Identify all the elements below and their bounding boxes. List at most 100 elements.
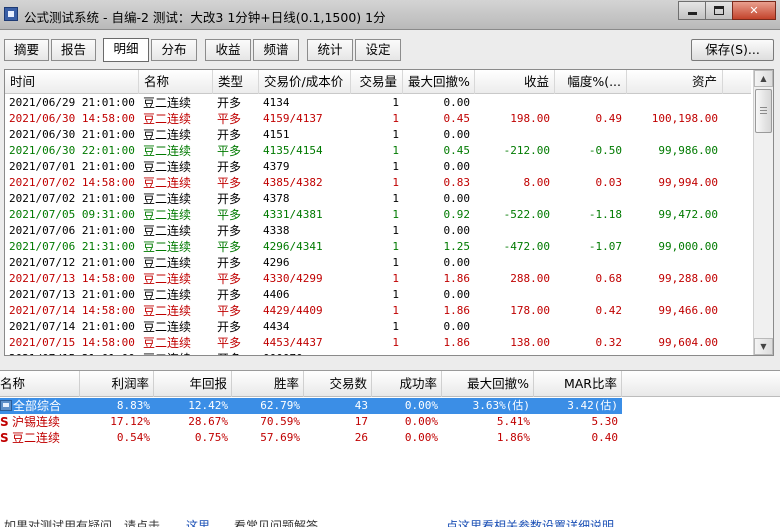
- col-quantity[interactable]: 交易量: [351, 70, 403, 94]
- cell-max-drawdown: 3.63%(估): [442, 398, 534, 414]
- table-row[interactable]: 2021/07/13 14:58:00 豆二连续 平多 4330/4299 1 1.86 2…: [5, 271, 751, 287]
- tab-settings[interactable]: 设定: [355, 39, 401, 61]
- table-row[interactable]: 2021/07/14 14:58:00 豆二连续 平多 4429/4409 1 1.86 1…: [5, 303, 751, 319]
- cell-type: 平多: [217, 272, 242, 286]
- col-price[interactable]: 交易价/成本价: [259, 70, 351, 94]
- tab-detail[interactable]: 明细: [103, 38, 149, 62]
- table-row[interactable]: 2021/07/12 21:01:00 豆二连续 开多 4296 1 0.00: [5, 255, 751, 271]
- cell-win-rate: 62.79%: [232, 398, 304, 414]
- table-row[interactable]: 2021/06/29 21:01:00 豆二连续 开多 4134 1 0.00: [5, 95, 751, 111]
- scol-annual-return[interactable]: 年回报: [154, 371, 232, 397]
- status-help-link[interactable]: 这里: [186, 519, 210, 527]
- cell-quantity: 1: [392, 160, 399, 173]
- col-assets[interactable]: 资产: [627, 70, 723, 94]
- table-row[interactable]: 2021/07/05 09:31:00 豆二连续 平多 4331/4381 1 0.92 -…: [5, 207, 751, 223]
- cell-time: 2021/07/02 21:01:00: [9, 192, 135, 205]
- table-row[interactable]: 2021/07/02 14:58:00 豆二连续 平多 4385/4382 1 0.83 8…: [5, 175, 751, 191]
- scol-mar-ratio[interactable]: MAR比率: [534, 371, 622, 397]
- save-button[interactable]: 保存(S)...: [691, 39, 774, 61]
- cell-amplitude: -0.50: [588, 144, 622, 157]
- table-row[interactable]: 2021/07/06 21:31:00 豆二连续 平多 4296/4341 1 1.25 -…: [5, 239, 751, 255]
- status-settings-link[interactable]: 点这里看相关参数设置详细说明: [446, 519, 614, 527]
- table-row[interactable]: 2021/07/02 21:01:00 豆二连续 开多 4378 1 0.00: [5, 191, 751, 207]
- cell-profit: 198.00: [510, 112, 550, 125]
- table-row[interactable]: 2021/07/01 21:01:00 豆二连续 开多 4379 1 0.00: [5, 159, 751, 175]
- window-controls: ✕: [678, 1, 776, 20]
- tab-summary[interactable]: 摘要: [4, 39, 49, 61]
- cell-time: 2021/07/01 21:01:00: [9, 160, 135, 173]
- minimize-button[interactable]: [678, 1, 706, 20]
- cell-price: 4330/4299: [263, 272, 323, 285]
- summary-list[interactable]: 名称 利润率 年回报 胜率 交易数 成功率 最大回撤% MAR比率 全部综合 8.…: [0, 370, 780, 527]
- cell-name: 豆二连续: [143, 112, 192, 126]
- scol-name[interactable]: 名称: [0, 371, 80, 397]
- cell-quantity: [351, 351, 399, 355]
- scroll-up-icon[interactable]: ▲: [754, 70, 773, 87]
- list-item[interactable]: S 沪锡连续 17.12% 28.67% 70.59% 17 0.00% 5.41% 5.30: [0, 414, 780, 430]
- scroll-down-icon[interactable]: ▼: [754, 338, 773, 355]
- col-time[interactable]: 时间: [5, 70, 139, 94]
- cell-profit: -472.00: [503, 240, 550, 253]
- table-row[interactable]: 2021/06/30 21:01:00 豆二连续 开多 4151 1 0.00: [5, 127, 751, 143]
- tab-spectrum[interactable]: 频谱: [253, 39, 299, 61]
- cell-name: 全部综合: [0, 398, 80, 414]
- cell-time: 2021/07/06 21:31:00: [9, 240, 135, 253]
- scol-trades[interactable]: 交易数: [304, 371, 372, 397]
- strategy-icon: S: [0, 431, 9, 445]
- cell-profit-rate: 0.54%: [116, 431, 150, 444]
- close-button[interactable]: ✕: [732, 1, 776, 20]
- table-row[interactable]: 2021/07/06 21:01:00 豆二连续 开多 4338 1 0.00: [5, 223, 751, 239]
- cell-annual-return: 12.42%: [154, 398, 232, 414]
- cell-type: 平多: [217, 208, 242, 222]
- cell-assets: 99,472.00: [658, 208, 718, 221]
- cell-price: 4434: [263, 320, 290, 333]
- cell-mar-ratio: 3.42(估): [534, 398, 622, 414]
- cell-profit: [475, 351, 550, 355]
- col-name[interactable]: 名称: [139, 70, 213, 94]
- trade-detail-list[interactable]: 时间 名称 类型 交易价/成本价 交易量 最大回撤% 收益 幅度%(... 资产…: [4, 69, 774, 356]
- table-row[interactable]: 2021/06/30 14:58:00 豆二连续 平多 4159/4137 1 0.45 1…: [5, 111, 751, 127]
- cell-max-drawdown: 0.00: [443, 96, 471, 109]
- col-profit[interactable]: 收益: [475, 70, 555, 94]
- detail-scrollbar[interactable]: ▲ ▼: [753, 70, 773, 355]
- cell-amplitude: [555, 127, 622, 143]
- table-row[interactable]: 2021/07/14 21:01:00 豆二连续 开多 4434 1 0.00: [5, 319, 751, 335]
- cell-profit: -522.00: [503, 208, 550, 221]
- cell-max-drawdown: 0.45: [443, 144, 471, 157]
- cell-max-drawdown: 0.00: [443, 256, 471, 269]
- cell-quantity: 1: [392, 336, 399, 349]
- cell-time: 2021/07/14 14:58:00: [9, 304, 135, 317]
- tab-profit[interactable]: 收益: [205, 39, 251, 61]
- tab-report[interactable]: 报告: [51, 39, 96, 61]
- tab-toolbar: 摘要 报告 明细 分布 收益 频谱 统计 设定 保存(S)...: [0, 30, 780, 64]
- list-item[interactable]: 全部综合 8.83% 12.42% 62.79% 43 0.00% 3.63%(估) 3.42…: [0, 398, 780, 414]
- summary-name: 全部综合: [13, 399, 62, 413]
- cell-amplitude: [555, 287, 622, 303]
- maximize-button[interactable]: [705, 1, 733, 20]
- scol-win-rate[interactable]: 胜率: [232, 371, 304, 397]
- cell-amplitude: [555, 159, 622, 175]
- cell-price: 4385/4382: [263, 176, 323, 189]
- col-max-drawdown[interactable]: 最大回撤%: [403, 70, 475, 94]
- cell-time: 2021/06/30 22:01:00: [9, 144, 135, 157]
- tab-distribution[interactable]: 分布: [151, 39, 197, 61]
- scol-success-rate[interactable]: 成功率: [372, 371, 442, 397]
- cell-type: 开多: [217, 96, 242, 110]
- scol-profit-rate[interactable]: 利润率: [80, 371, 154, 397]
- col-amplitude[interactable]: 幅度%(...: [555, 70, 627, 94]
- scroll-thumb[interactable]: [755, 89, 772, 133]
- table-row[interactable]: 2021/07/15 14:58:00 豆二连续 平多 4453/4437 1 1.86 1…: [5, 335, 751, 351]
- table-row[interactable]: 2021/07/13 21:01:00 豆二连续 开多 4406 1 0.00: [5, 287, 751, 303]
- cell-assets: 100,198.00: [651, 112, 718, 125]
- table-row[interactable]: 2021/06/30 22:01:00 豆二连续 平多 4135/4154 1 0.45 -…: [5, 143, 751, 159]
- cell-amplitude: [555, 255, 622, 271]
- cell-price: 4429/4409: [263, 304, 323, 317]
- cell-profit: [475, 191, 550, 207]
- table-row[interactable]: 2021/07/15 21:01:00 豆二连续开多 000070: [5, 351, 751, 355]
- col-type[interactable]: 类型: [213, 70, 259, 94]
- cell-name: 豆二连续: [143, 224, 192, 238]
- list-item[interactable]: S 豆二连续 0.54% 0.75% 57.69% 26 0.00% 1.86% 0.40: [0, 430, 780, 446]
- cell-time: 2021/07/13 14:58:00: [9, 272, 135, 285]
- tab-statistics[interactable]: 统计: [307, 39, 353, 61]
- scol-max-drawdown[interactable]: 最大回撤%: [442, 371, 534, 397]
